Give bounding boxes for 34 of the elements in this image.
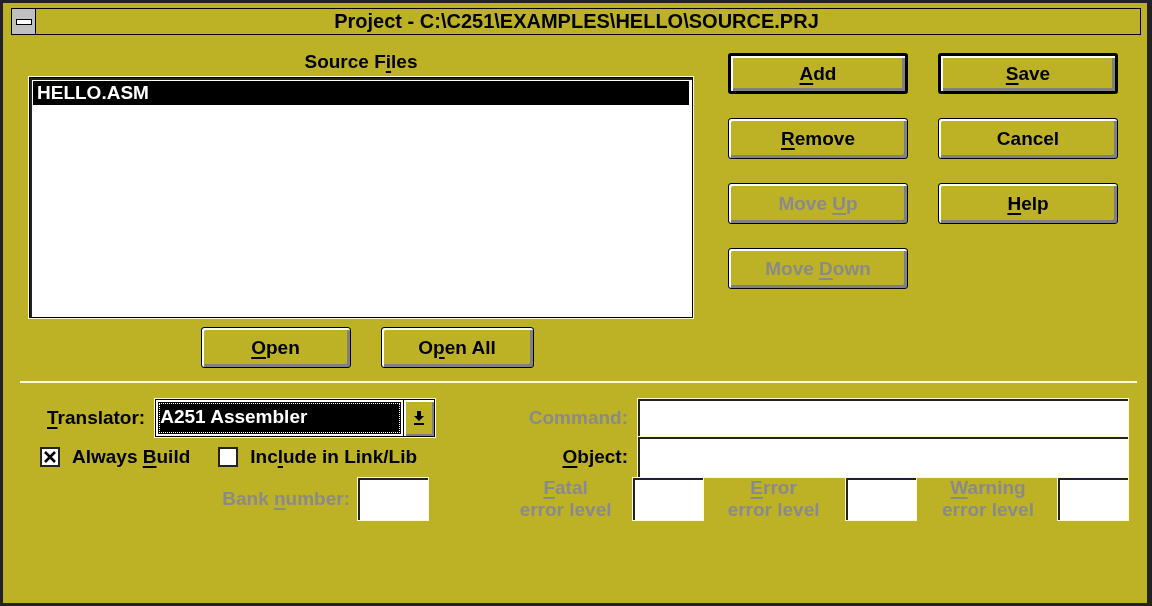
dropdown-button[interactable]: [403, 400, 435, 436]
window-title: Project - C:\C251\EXAMPLES\HELLO\SOURCE.PRJ: [333, 9, 820, 34]
dropdown-value: A251 Assembler: [158, 402, 402, 434]
push-button[interactable]: Remove: [728, 118, 908, 159]
push-button[interactable]: Add: [728, 53, 908, 94]
push-button[interactable]: Cancel: [938, 118, 1118, 159]
file-list[interactable]: HELLO.ASM: [29, 77, 693, 318]
checkbox-label[interactable]: Include in Link/Lib: [250, 446, 418, 468]
field-label: Translator:: [47, 407, 146, 429]
text-field[interactable]: [638, 437, 1128, 477]
field-label: Error error level: [726, 477, 821, 521]
push-button[interactable]: Open: [200, 327, 351, 368]
file-item[interactable]: HELLO.ASM: [33, 81, 689, 105]
checkbox-label[interactable]: Always Build: [72, 446, 191, 468]
menu-icon: [15, 18, 32, 25]
system-menu-button[interactable]: [12, 9, 36, 34]
text-field[interactable]: [638, 399, 1128, 437]
text-field[interactable]: [633, 478, 704, 520]
push-button[interactable]: Save: [938, 53, 1118, 94]
field-label: Object:: [561, 446, 628, 468]
checkbox[interactable]: [218, 447, 239, 467]
field-label: Bank number:: [222, 488, 350, 510]
field-label: Fatal error level: [518, 477, 613, 521]
text-field[interactable]: [846, 478, 916, 520]
dropdown[interactable]: A251 Assembler: [155, 399, 436, 437]
push-button[interactable]: Open All: [380, 327, 534, 368]
field-label: Warning error level: [941, 477, 1035, 521]
field-label: Command:: [527, 407, 628, 429]
list-label: Source Files: [304, 51, 418, 73]
text-field[interactable]: [1058, 478, 1128, 520]
text-field[interactable]: [358, 478, 428, 520]
checkbox[interactable]: [40, 447, 60, 467]
down-arrow-icon: [413, 411, 426, 425]
push-button[interactable]: Help: [938, 183, 1118, 224]
